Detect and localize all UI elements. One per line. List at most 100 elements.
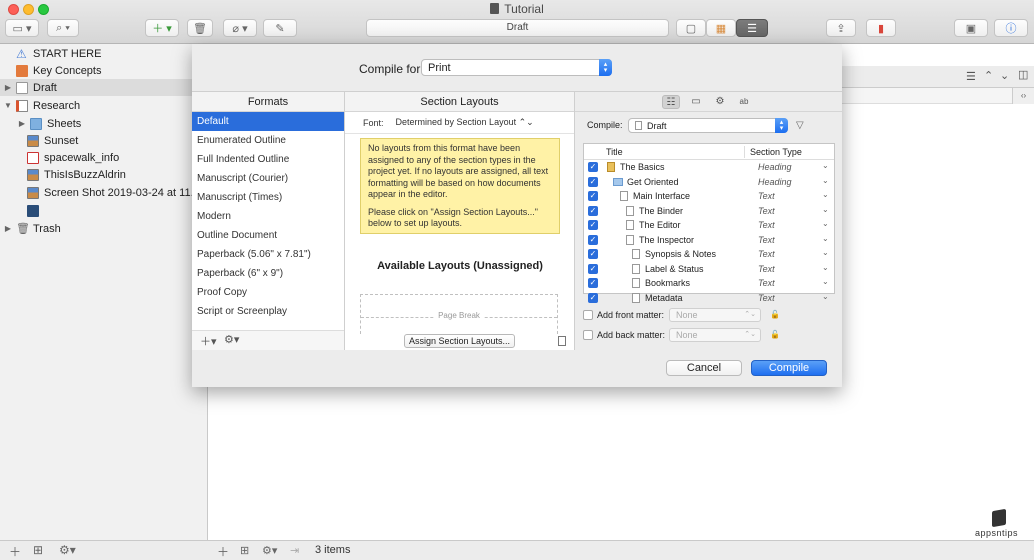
include-checkbox[interactable]: ✓: [588, 176, 598, 187]
contents-tab-icon[interactable]: ☷: [662, 95, 680, 109]
include-checkbox[interactable]: ✓: [588, 162, 598, 172]
view-outline-button[interactable]: ☰: [736, 19, 768, 37]
lock-icon[interactable]: 🔓: [770, 330, 780, 339]
binder-item-draft[interactable]: ▶ Draft: [0, 79, 208, 96]
bookmark-button[interactable]: ▮: [866, 19, 896, 37]
binder-item-spacewalk-info[interactable]: spacewalk_info: [0, 149, 208, 166]
gear-icon[interactable]: ⚙▾: [59, 543, 76, 557]
format-item[interactable]: Proof Copy: [192, 283, 344, 302]
include-checkbox[interactable]: ✓: [588, 263, 598, 274]
chevron-down-icon[interactable]: ⌄: [822, 205, 829, 214]
list-icon[interactable]: ☰: [966, 70, 976, 83]
front-matter-option[interactable]: Add front matter:: [583, 310, 664, 320]
table-row[interactable]: ✓ Synopsis & Notes Text ⌄: [584, 247, 834, 262]
page-break-layout[interactable]: Page Break: [360, 294, 558, 334]
table-row[interactable]: ✓ The Inspector Text ⌄: [584, 233, 834, 248]
format-item[interactable]: Enumerated Outline: [192, 131, 344, 150]
add-item-icon[interactable]: ＋: [9, 543, 21, 560]
format-item[interactable]: Full Indented Outline: [192, 150, 344, 169]
disclosure-triangle-icon[interactable]: ▶: [17, 119, 27, 128]
disclosure-triangle-icon[interactable]: ▼: [3, 101, 13, 110]
chevron-down-icon[interactable]: ⌄: [822, 248, 829, 257]
include-checkbox[interactable]: ✓: [588, 292, 598, 303]
table-row[interactable]: ✓ The Binder Text ⌄: [584, 204, 834, 219]
assign-section-layouts-button[interactable]: Assign Section Layouts...: [404, 334, 515, 348]
disclosure-triangle-icon[interactable]: ▶: [3, 83, 13, 92]
format-item[interactable]: Manuscript (Courier): [192, 169, 344, 188]
binder-item-sunset[interactable]: Sunset: [0, 132, 208, 149]
disclosure-triangle-icon[interactable]: ▶: [3, 224, 13, 233]
binder-item-research[interactable]: ▼ Research: [0, 97, 208, 114]
delete-button[interactable]: 🗑: [187, 19, 213, 37]
share-button[interactable]: ⇪: [826, 19, 856, 37]
view-mode-button[interactable]: ▭ ▾: [5, 19, 39, 37]
format-item[interactable]: Default: [192, 112, 344, 131]
front-matter-checkbox[interactable]: [583, 310, 593, 320]
back-matter-option[interactable]: Add back matter:: [583, 330, 665, 340]
quickref-button[interactable]: ▣: [954, 19, 988, 37]
chevron-down-icon[interactable]: ⌄: [822, 176, 829, 185]
include-checkbox[interactable]: ✓: [588, 220, 598, 230]
ruler-toggle-icon[interactable]: ‹›: [1012, 88, 1034, 104]
add-button[interactable]: ＋ ▾: [145, 19, 179, 37]
binder-item-buzz-aldrin[interactable]: ThisIsBuzzAldrin: [0, 166, 208, 183]
table-row[interactable]: ✓ Metadata Text ⌄: [584, 291, 834, 306]
include-checkbox[interactable]: ✓: [588, 278, 598, 288]
binder-item-sheets[interactable]: ▶ Sheets: [0, 115, 208, 132]
gear-icon[interactable]: ⚙▾: [224, 333, 239, 346]
view-corkboard-button[interactable]: ▦: [706, 19, 736, 37]
format-item[interactable]: Modern: [192, 207, 344, 226]
format-item[interactable]: Manuscript (Times): [192, 188, 344, 207]
compile-group-select[interactable]: Draft ▴ ▾: [628, 118, 788, 133]
label-tab-icon[interactable]: ▭: [687, 95, 705, 109]
include-checkbox[interactable]: ✓: [588, 234, 598, 245]
format-item[interactable]: Paperback (5.06" x 7.81"): [192, 245, 344, 264]
chevron-down-icon[interactable]: ⌄: [822, 263, 829, 272]
binder-item-media[interactable]: [0, 202, 208, 219]
binder-item-trash[interactable]: ▶ 🗑 Trash: [0, 220, 208, 237]
search-button[interactable]: ⌕ ▾: [47, 19, 79, 37]
chevron-down-icon[interactable]: ⌄: [822, 292, 829, 301]
chevron-down-icon[interactable]: ⌄: [1000, 69, 1009, 82]
table-row[interactable]: ✓ Bookmarks Text ⌄: [584, 276, 834, 291]
include-checkbox[interactable]: ✓: [588, 191, 598, 201]
binder-item-key-concepts[interactable]: Key Concepts: [0, 62, 208, 79]
back-matter-select[interactable]: None ⌃⌄: [669, 328, 761, 342]
add-folder-icon[interactable]: ⊞: [240, 544, 249, 557]
table-row[interactable]: ✓ Main Interface Text ⌄: [584, 189, 834, 204]
cancel-button[interactable]: Cancel: [666, 360, 742, 376]
chevron-down-icon[interactable]: ⌄: [822, 219, 829, 228]
format-item[interactable]: Outline Document: [192, 226, 344, 245]
add-folder-icon[interactable]: ⊞: [33, 543, 43, 557]
view-scrivenings-button[interactable]: ▢: [676, 19, 706, 37]
compile-for-select[interactable]: Print ▴ ▾: [421, 59, 612, 76]
binder-item-screenshot[interactable]: Screen Shot 2019-03-24 at 11.57.3: [0, 184, 208, 201]
split-view-icon[interactable]: ◫: [1018, 68, 1028, 81]
table-row[interactable]: ✓ Get Oriented Heading ⌄: [584, 175, 834, 190]
move-icon[interactable]: ⇥: [290, 544, 299, 557]
gear-icon[interactable]: ⚙: [711, 95, 729, 109]
table-row[interactable]: ✓ Label & Status Text ⌄: [584, 262, 834, 277]
compile-button[interactable]: Compile: [751, 360, 827, 376]
chevron-up-icon[interactable]: ⌃: [984, 69, 993, 82]
lock-icon[interactable]: 🔓: [770, 310, 780, 319]
attachment-button[interactable]: ⌀ ▾: [223, 19, 257, 37]
back-matter-checkbox[interactable]: [583, 330, 593, 340]
replacements-tab-icon[interactable]: ab: [735, 95, 753, 109]
chevron-down-icon[interactable]: ⌄: [822, 277, 829, 286]
binder-item-start-here[interactable]: ⚠ START HERE: [0, 45, 208, 62]
format-item[interactable]: Script or Screenplay: [192, 302, 344, 321]
add-format-icon[interactable]: ＋▾: [200, 333, 217, 349]
table-row[interactable]: ✓ The Basics Heading ⌄: [584, 160, 834, 175]
edit-button[interactable]: ✎: [263, 19, 297, 37]
add-item-icon[interactable]: ＋: [217, 543, 229, 560]
document-icon[interactable]: [558, 336, 566, 346]
table-row[interactable]: ✓ The Editor Text ⌄: [584, 218, 834, 233]
format-item[interactable]: Paperback (6" x 9"): [192, 264, 344, 283]
chevron-down-icon[interactable]: ⌄: [822, 190, 829, 199]
include-checkbox[interactable]: ✓: [588, 205, 598, 216]
chevron-down-icon[interactable]: ⌄: [822, 161, 829, 170]
inspector-button[interactable]: ⓘ: [994, 19, 1028, 37]
include-checkbox[interactable]: ✓: [588, 249, 598, 259]
front-matter-select[interactable]: None ⌃⌄: [669, 308, 761, 322]
